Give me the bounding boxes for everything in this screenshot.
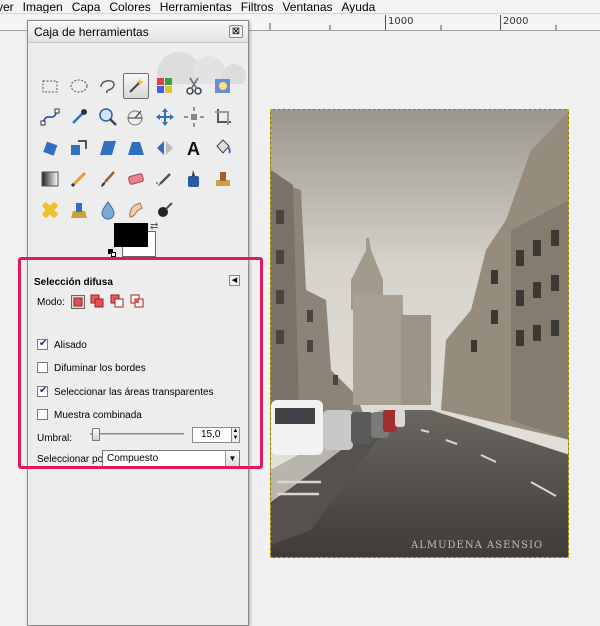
color-selector: ⇄ bbox=[108, 221, 168, 261]
toolbox-titlebar[interactable]: Caja de herramientas ⊠ bbox=[28, 21, 248, 43]
menu-item-ventanas[interactable]: Ventanas bbox=[282, 0, 332, 13]
clone-icon[interactable] bbox=[210, 166, 236, 192]
pencil-icon[interactable] bbox=[66, 166, 92, 192]
flip-icon[interactable] bbox=[152, 135, 178, 161]
scale-icon[interactable] bbox=[66, 135, 92, 161]
rotate-icon[interactable] bbox=[37, 135, 63, 161]
perspective-clone-icon[interactable] bbox=[66, 197, 92, 223]
color-picker-icon[interactable] bbox=[66, 104, 92, 130]
crop-icon[interactable] bbox=[210, 104, 236, 130]
measure-icon[interactable] bbox=[123, 104, 149, 130]
rect-select-icon[interactable] bbox=[37, 73, 63, 99]
highlight-frame bbox=[18, 257, 263, 469]
paths-icon[interactable] bbox=[37, 104, 63, 130]
svg-text:A: A bbox=[187, 139, 200, 159]
align-icon[interactable] bbox=[181, 104, 207, 130]
default-colors-icon[interactable] bbox=[108, 249, 116, 257]
menu-item-capa[interactable]: Capa bbox=[72, 0, 101, 13]
ruler-label-2000: 2000 bbox=[503, 16, 529, 27]
free-select-icon[interactable] bbox=[95, 73, 121, 99]
airbrush-icon[interactable] bbox=[152, 166, 178, 192]
photo-watermark: ALMUDENA ASENSIO bbox=[411, 540, 544, 551]
scissors-select-icon[interactable] bbox=[181, 73, 207, 99]
blend-icon[interactable] bbox=[37, 166, 63, 192]
menu-item-ayuda[interactable]: Ayuda bbox=[342, 0, 376, 13]
foreground-select-icon[interactable] bbox=[210, 73, 236, 99]
bucket-fill-icon[interactable] bbox=[210, 135, 236, 161]
ruler-label-1000: 1000 bbox=[388, 16, 414, 27]
heal-icon[interactable] bbox=[37, 197, 63, 223]
foreground-color-swatch[interactable] bbox=[114, 223, 148, 247]
text-icon[interactable]: A bbox=[181, 135, 207, 161]
blur-icon[interactable] bbox=[95, 197, 121, 223]
ellipse-select-icon[interactable] bbox=[66, 73, 92, 99]
paintbrush-icon[interactable] bbox=[95, 166, 121, 192]
smudge-icon[interactable] bbox=[123, 197, 149, 223]
eraser-icon[interactable] bbox=[123, 166, 149, 192]
menu-item-ver[interactable]: ver bbox=[0, 0, 14, 13]
street-photo-image bbox=[271, 110, 568, 557]
move-icon[interactable] bbox=[152, 104, 178, 130]
close-icon[interactable]: ⊠ bbox=[229, 25, 243, 38]
toolbox-title: Caja de herramientas bbox=[34, 25, 149, 39]
shear-icon[interactable] bbox=[95, 135, 121, 161]
menubar: ver Imagen Capa Colores Herramientas Filtros V… bbox=[0, 0, 600, 14]
zoom-icon[interactable] bbox=[95, 104, 121, 130]
street-photo[interactable]: ALMUDENA ASENSIO bbox=[270, 109, 569, 558]
ink-icon[interactable] bbox=[181, 166, 207, 192]
menu-item-colores[interactable]: Colores bbox=[109, 0, 150, 13]
select-by-color-icon[interactable] bbox=[152, 73, 178, 99]
fuzzy-select-icon[interactable] bbox=[123, 73, 149, 99]
menu-item-imagen[interactable]: Imagen bbox=[23, 0, 63, 13]
swap-colors-icon[interactable]: ⇄ bbox=[150, 221, 158, 232]
menu-item-filtros[interactable]: Filtros bbox=[241, 0, 274, 13]
dodge-burn-icon[interactable] bbox=[152, 197, 178, 223]
menu-item-herramientas[interactable]: Herramientas bbox=[160, 0, 232, 13]
perspective-icon[interactable] bbox=[123, 135, 149, 161]
